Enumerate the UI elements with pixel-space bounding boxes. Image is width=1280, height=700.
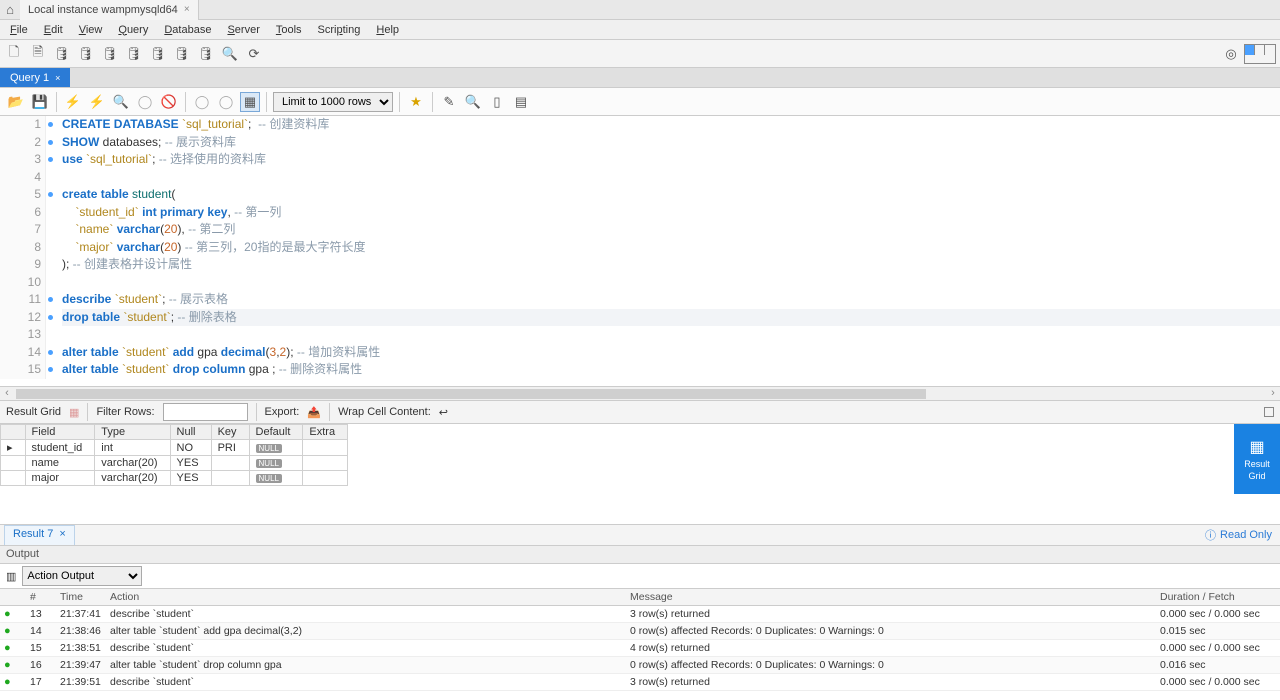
output-icon: ▥ [6, 570, 16, 583]
favorite-icon[interactable]: ★ [406, 92, 426, 112]
output-rows: ●1321:37:41describe `student`3 row(s) re… [0, 606, 1280, 691]
result-toolbar: Result Grid ▦ Filter Rows: Export: 📤 Wra… [0, 400, 1280, 424]
limit-select[interactable]: Limit to 1000 rows [273, 92, 393, 112]
search-icon[interactable]: 🔍 [220, 44, 240, 64]
execute-icon[interactable]: ⚡ [63, 92, 83, 112]
close-icon[interactable]: × [55, 73, 60, 83]
new-sql-icon[interactable]: 🗋 [4, 44, 24, 64]
result-grid-area: ▦ Result Grid FieldTypeNullKeyDefaultExt… [0, 424, 1280, 494]
inspect-icon[interactable]: 🛢 [52, 44, 72, 64]
export-icon[interactable]: 📤 [307, 406, 321, 419]
keyboard-icon[interactable]: ▤ [511, 92, 531, 112]
result-table[interactable]: FieldTypeNullKeyDefaultExtra▸student_idi… [0, 424, 348, 486]
query-toolbar: 📂 💾 ⚡ ⚡ 🔍 ◯ 🚫 ◯ ◯ ▦ Limit to 1000 rows ★… [0, 88, 1280, 116]
wrap-label: Wrap Cell Content: [338, 406, 431, 418]
menu-file[interactable]: File [4, 22, 34, 38]
menu-help[interactable]: Help [370, 22, 405, 38]
menu-scripting[interactable]: Scripting [312, 22, 367, 38]
filter-input[interactable] [163, 403, 248, 421]
result-tab[interactable]: Result 7 × [4, 525, 75, 545]
beautify-icon[interactable]: ✎ [439, 92, 459, 112]
menu-view[interactable]: View [73, 22, 109, 38]
query-tab[interactable]: Query 1 × [0, 68, 70, 87]
db5-icon[interactable]: 🛢 [172, 44, 192, 64]
line-gutter: 123456789101112131415 [0, 116, 46, 379]
menu-query[interactable]: Query [112, 22, 154, 38]
stop-icon[interactable]: ◯ [135, 92, 155, 112]
menu-server[interactable]: Server [221, 22, 265, 38]
explain-icon[interactable]: 🔍 [111, 92, 131, 112]
query-tab-bar: Query 1 × [0, 68, 1280, 88]
output-columns: #TimeActionMessageDuration / Fetch [0, 588, 1280, 606]
db6-icon[interactable]: 🛢 [196, 44, 216, 64]
home-icon[interactable]: ⌂ [0, 2, 20, 17]
grid-icon[interactable]: ▦ [69, 406, 79, 419]
code-area[interactable]: CREATE DATABASE `sql_tutorial`; -- 创建资料库… [62, 116, 1280, 379]
query-tab-label: Query 1 [10, 72, 49, 84]
result-grid-label: Result Grid [6, 406, 61, 418]
panel-toggle[interactable] [1264, 407, 1274, 417]
connection-tab[interactable]: Local instance wampmysqld64 × [20, 0, 199, 20]
save-icon[interactable]: 💾 [30, 92, 50, 112]
refresh-icon[interactable]: ⟳ [244, 44, 264, 64]
filter-label: Filter Rows: [96, 406, 154, 418]
autocommit-icon[interactable]: ▦ [240, 92, 260, 112]
layout-toggle[interactable] [1244, 44, 1276, 64]
wrap-icon[interactable]: ↩ [439, 406, 448, 419]
sync-icon[interactable]: ◎ [1221, 44, 1241, 64]
output-select-bar: ▥ Action Output [0, 564, 1280, 588]
main-toolbar: 🗋 🗎 🛢 🛢 🛢 🛢 🛢 🛢 🛢 🔍 ⟳ ◎ [0, 40, 1280, 68]
open-file-icon[interactable]: 📂 [6, 92, 26, 112]
export-label: Export: [265, 406, 300, 418]
result-grid-side-tab[interactable]: ▦ Result Grid [1234, 424, 1280, 494]
result-tab-bar: Result 7 × ⓘRead Only [0, 524, 1280, 546]
snippet-icon[interactable]: ▯ [487, 92, 507, 112]
output-type-select[interactable]: Action Output [22, 566, 142, 586]
connection-tab-label: Local instance wampmysqld64 [28, 4, 178, 16]
db-icon[interactable]: 🛢 [76, 44, 96, 64]
open-sql-icon[interactable]: 🗎 [28, 44, 48, 64]
find-icon[interactable]: 🔍 [463, 92, 483, 112]
commit-icon[interactable]: ◯ [192, 92, 212, 112]
read-only-badge: ⓘRead Only [1205, 527, 1272, 543]
close-icon[interactable]: × [59, 528, 65, 543]
rollback-icon[interactable]: ◯ [216, 92, 236, 112]
menu-bar: File Edit View Query Database Server Too… [0, 20, 1280, 40]
db4-icon[interactable]: 🛢 [148, 44, 168, 64]
menu-database[interactable]: Database [158, 22, 217, 38]
db3-icon[interactable]: 🛢 [124, 44, 144, 64]
horizontal-scrollbar[interactable]: ‹› [0, 386, 1280, 400]
db2-icon[interactable]: 🛢 [100, 44, 120, 64]
execute-cursor-icon[interactable]: ⚡ [87, 92, 107, 112]
output-header: Output [0, 546, 1280, 564]
menu-edit[interactable]: Edit [38, 22, 69, 38]
menu-tools[interactable]: Tools [270, 22, 308, 38]
title-bar: ⌂ Local instance wampmysqld64 × [0, 0, 1280, 20]
stop-error-icon[interactable]: 🚫 [159, 92, 179, 112]
close-icon[interactable]: × [184, 4, 190, 15]
sql-editor[interactable]: 123456789101112131415 CREATE DATABASE `s… [0, 116, 1280, 386]
